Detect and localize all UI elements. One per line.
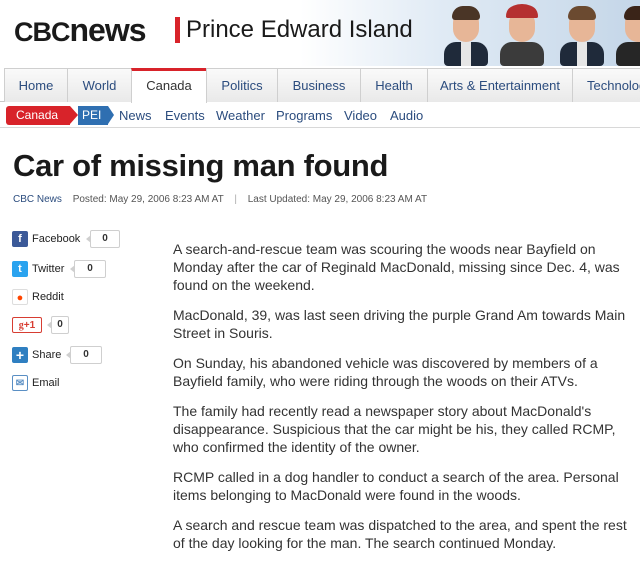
logo-cbc: CBC bbox=[14, 17, 70, 47]
share-label: Twitter bbox=[32, 263, 65, 275]
gplus-label: +1 bbox=[23, 320, 36, 331]
host-photos bbox=[440, 0, 640, 66]
tab-home[interactable]: Home bbox=[4, 68, 68, 102]
article-paragraph: A search and rescue team was dispatched … bbox=[173, 517, 627, 551]
subnav-link-audio[interactable]: Audio bbox=[390, 108, 423, 123]
tab-arts-entertainment[interactable]: Arts & Entertainment bbox=[427, 68, 573, 102]
envelope-icon: ✉ bbox=[12, 375, 28, 391]
facebook-count: 0 bbox=[86, 230, 120, 248]
region-accent-bar bbox=[175, 17, 180, 43]
article-paragraph: A search-and-rescue team was scouring th… bbox=[173, 241, 620, 293]
sub-nav: Canada PEI News Events Weather Programs … bbox=[0, 102, 640, 128]
posted-date: Posted: May 29, 2006 8:23 AM AT bbox=[72, 194, 224, 205]
byline-divider: | bbox=[234, 194, 237, 205]
article-paragraph: MacDonald, 39, was last seen driving the… bbox=[173, 307, 626, 341]
subnav-link-video[interactable]: Video bbox=[344, 108, 377, 123]
share-count: 0 bbox=[66, 346, 102, 364]
tab-politics[interactable]: Politics bbox=[206, 68, 278, 102]
subnav-link-weather[interactable]: Weather bbox=[216, 108, 265, 123]
twitter-count: 0 bbox=[70, 260, 106, 278]
tab-business[interactable]: Business bbox=[277, 68, 361, 102]
region-title[interactable]: Prince Edward Island bbox=[186, 16, 413, 44]
host-photo bbox=[616, 4, 640, 66]
share-label: Facebook bbox=[32, 233, 81, 245]
updated-date: Last Updated: May 29, 2006 8:23 AM AT bbox=[247, 194, 428, 205]
host-photo bbox=[444, 4, 488, 66]
google-plus-icon: g+1 bbox=[12, 317, 42, 333]
twitter-icon: t bbox=[12, 261, 28, 277]
share-label: Email bbox=[32, 377, 60, 389]
facebook-icon: f bbox=[12, 231, 28, 247]
host-photo bbox=[500, 4, 544, 66]
logo-news: news bbox=[69, 12, 147, 48]
breadcrumb-canada[interactable]: Canada bbox=[6, 106, 70, 125]
tab-world[interactable]: World bbox=[67, 68, 132, 102]
byline: CBC News Posted: May 29, 2006 8:23 AM AT… bbox=[13, 194, 427, 205]
page-title: Car of missing man found bbox=[13, 148, 389, 183]
article-paragraph: On Sunday, his abandoned vehicle was dis… bbox=[173, 355, 598, 389]
subnav-link-programs[interactable]: Programs bbox=[276, 108, 332, 123]
subnav-link-news[interactable]: News bbox=[119, 108, 152, 123]
masthead: CBCnews Prince Edward Island bbox=[0, 0, 640, 66]
subnav-link-events[interactable]: Events bbox=[165, 108, 205, 123]
tab-technology[interactable]: Technology bbox=[572, 68, 640, 102]
tab-canada[interactable]: Canada bbox=[131, 68, 207, 103]
reddit-icon: ● bbox=[12, 289, 28, 305]
main-nav: Home World Canada Politics Business Heal… bbox=[0, 68, 640, 103]
breadcrumb-pei[interactable]: PEI bbox=[78, 106, 108, 125]
share-plus-icon: + bbox=[12, 347, 28, 363]
article-paragraph: The family had recently read a newspaper… bbox=[173, 403, 616, 455]
article-paragraph: RCMP called in a dog handler to conduct … bbox=[173, 469, 619, 503]
host-photo bbox=[560, 4, 604, 66]
breadcrumb-arrow bbox=[70, 106, 78, 124]
share-label: Reddit bbox=[32, 291, 64, 303]
breadcrumb-arrow bbox=[108, 106, 114, 124]
article-source[interactable]: CBC News bbox=[13, 194, 62, 205]
gplus-count: 0 bbox=[47, 316, 69, 334]
article-body: A search-and-rescue team was scouring th… bbox=[173, 240, 635, 564]
share-label: Share bbox=[32, 349, 62, 361]
tab-health[interactable]: Health bbox=[360, 68, 428, 102]
cbc-news-logo[interactable]: CBCnews bbox=[14, 12, 147, 49]
